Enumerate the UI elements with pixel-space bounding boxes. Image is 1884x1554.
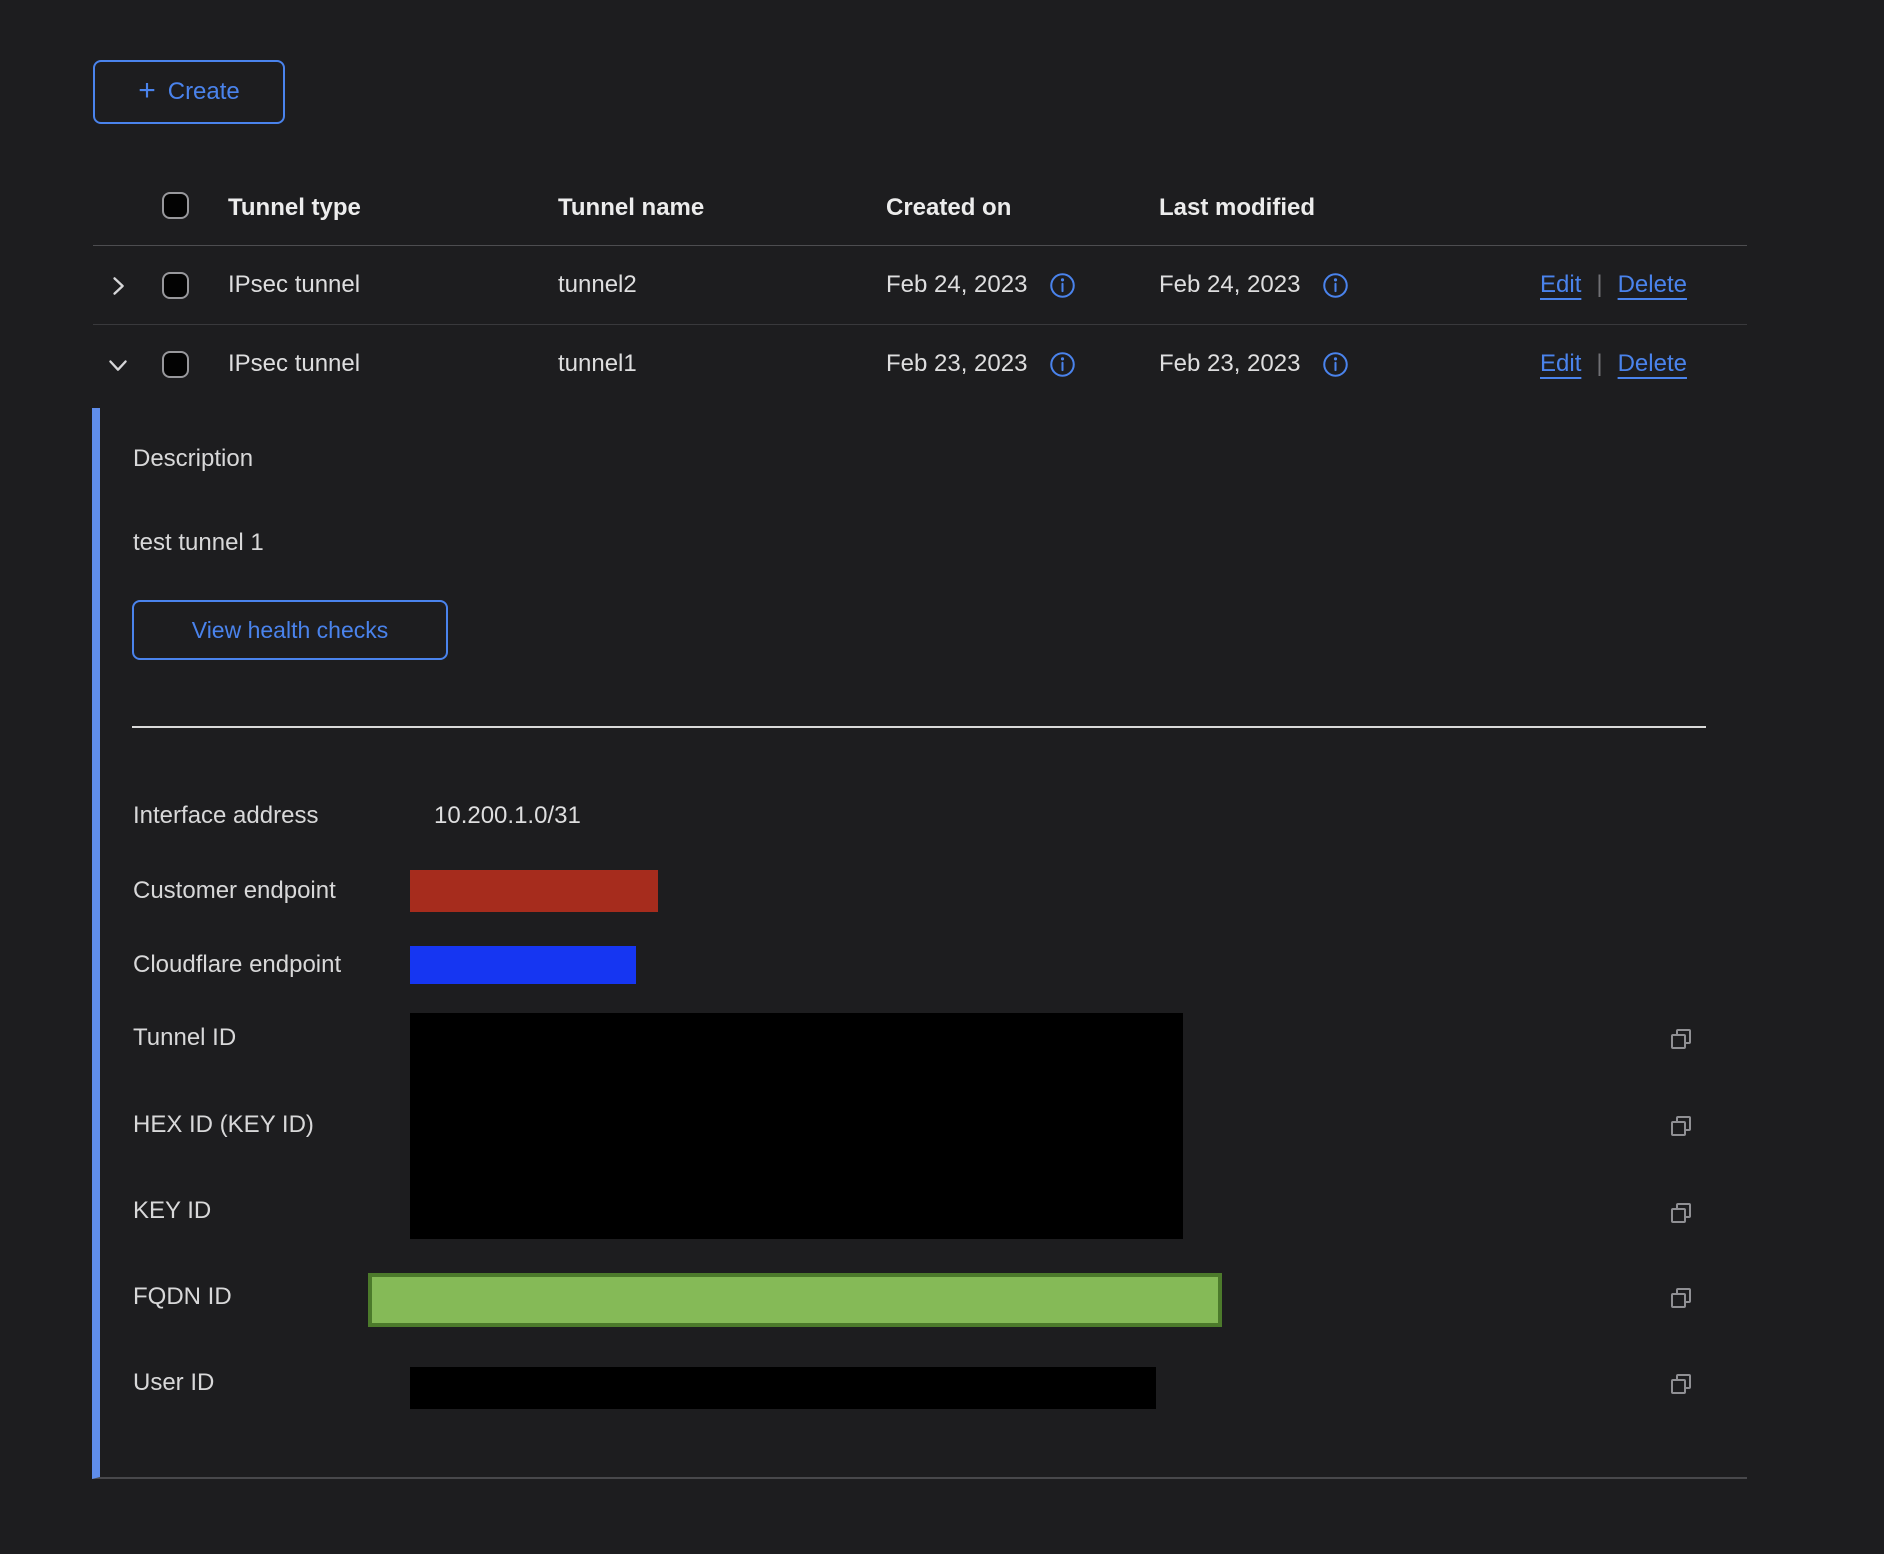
cell-tunnel-type: IPsec tunnel (228, 270, 360, 300)
tunnel-id-label: Tunnel ID (133, 1023, 236, 1053)
ids-redacted-value (410, 1013, 1183, 1239)
view-health-checks-button[interactable]: View health checks (132, 600, 448, 660)
copy-icon[interactable] (1669, 1372, 1693, 1396)
column-header-created-on: Created on (886, 193, 1011, 223)
customer-endpoint-redacted-value (410, 870, 658, 912)
cloudflare-endpoint-redacted-value (410, 946, 636, 984)
user-id-label: User ID (133, 1368, 214, 1398)
copy-icon[interactable] (1669, 1286, 1693, 1310)
table-row: IPsec tunnel tunnel2 Feb 24, 2023 Feb 24… (93, 246, 1747, 325)
description-label: Description (133, 444, 253, 474)
action-separator: | (1596, 349, 1602, 379)
section-divider (132, 726, 1706, 728)
copy-icon[interactable] (1669, 1027, 1693, 1051)
info-icon[interactable] (1049, 272, 1076, 299)
created-on-date: Feb 23, 2023 (886, 349, 1027, 379)
create-button-label: Create (168, 78, 240, 106)
info-icon[interactable] (1049, 351, 1076, 378)
customer-endpoint-label: Customer endpoint (133, 876, 336, 906)
cell-tunnel-name: tunnel1 (558, 349, 637, 379)
row-actions: Edit | Delete (1540, 349, 1687, 379)
hex-id-label: HEX ID (KEY ID) (133, 1110, 314, 1140)
action-separator: | (1596, 270, 1602, 300)
chevron-down-icon[interactable] (104, 351, 132, 379)
cell-created-on: Feb 23, 2023 (886, 349, 1076, 379)
info-icon[interactable] (1322, 351, 1349, 378)
column-header-tunnel-name: Tunnel name (558, 193, 704, 223)
column-header-last-modified: Last modified (1159, 193, 1315, 223)
interface-address-value: 10.200.1.0/31 (434, 801, 581, 831)
delete-link[interactable]: Delete (1618, 349, 1687, 379)
cell-tunnel-type: IPsec tunnel (228, 349, 360, 379)
table-header-row: Tunnel type Tunnel name Created on Last … (93, 146, 1747, 246)
user-id-redacted-value (410, 1367, 1156, 1409)
copy-icon[interactable] (1669, 1114, 1693, 1138)
fqdn-id-redacted-value (368, 1273, 1222, 1327)
row-checkbox[interactable] (162, 351, 189, 378)
cell-tunnel-name: tunnel2 (558, 270, 637, 300)
tunnel-details-panel: Description test tunnel 1 View health ch… (92, 408, 1747, 1479)
column-header-tunnel-type: Tunnel type (228, 193, 361, 223)
row-checkbox[interactable] (162, 272, 189, 299)
delete-link[interactable]: Delete (1618, 270, 1687, 300)
cell-last-modified: Feb 24, 2023 (1159, 270, 1349, 300)
edit-link[interactable]: Edit (1540, 270, 1581, 300)
create-button[interactable]: + Create (93, 60, 285, 124)
cell-last-modified: Feb 23, 2023 (1159, 349, 1349, 379)
plus-icon: + (138, 76, 156, 106)
chevron-right-icon[interactable] (104, 272, 132, 300)
copy-icon[interactable] (1669, 1201, 1693, 1225)
created-on-date: Feb 24, 2023 (886, 270, 1027, 300)
key-id-label: KEY ID (133, 1196, 211, 1226)
table-row: IPsec tunnel tunnel1 Feb 23, 2023 Feb 23… (93, 325, 1747, 408)
tunnels-table: Tunnel type Tunnel name Created on Last … (93, 146, 1747, 408)
interface-address-label: Interface address (133, 801, 318, 831)
info-icon[interactable] (1322, 272, 1349, 299)
cell-created-on: Feb 24, 2023 (886, 270, 1076, 300)
row-actions: Edit | Delete (1540, 270, 1687, 300)
cloudflare-endpoint-label: Cloudflare endpoint (133, 950, 341, 980)
select-all-checkbox[interactable] (162, 192, 189, 219)
edit-link[interactable]: Edit (1540, 349, 1581, 379)
last-modified-date: Feb 23, 2023 (1159, 349, 1300, 379)
fqdn-id-label: FQDN ID (133, 1282, 232, 1312)
description-value: test tunnel 1 (133, 528, 264, 558)
last-modified-date: Feb 24, 2023 (1159, 270, 1300, 300)
